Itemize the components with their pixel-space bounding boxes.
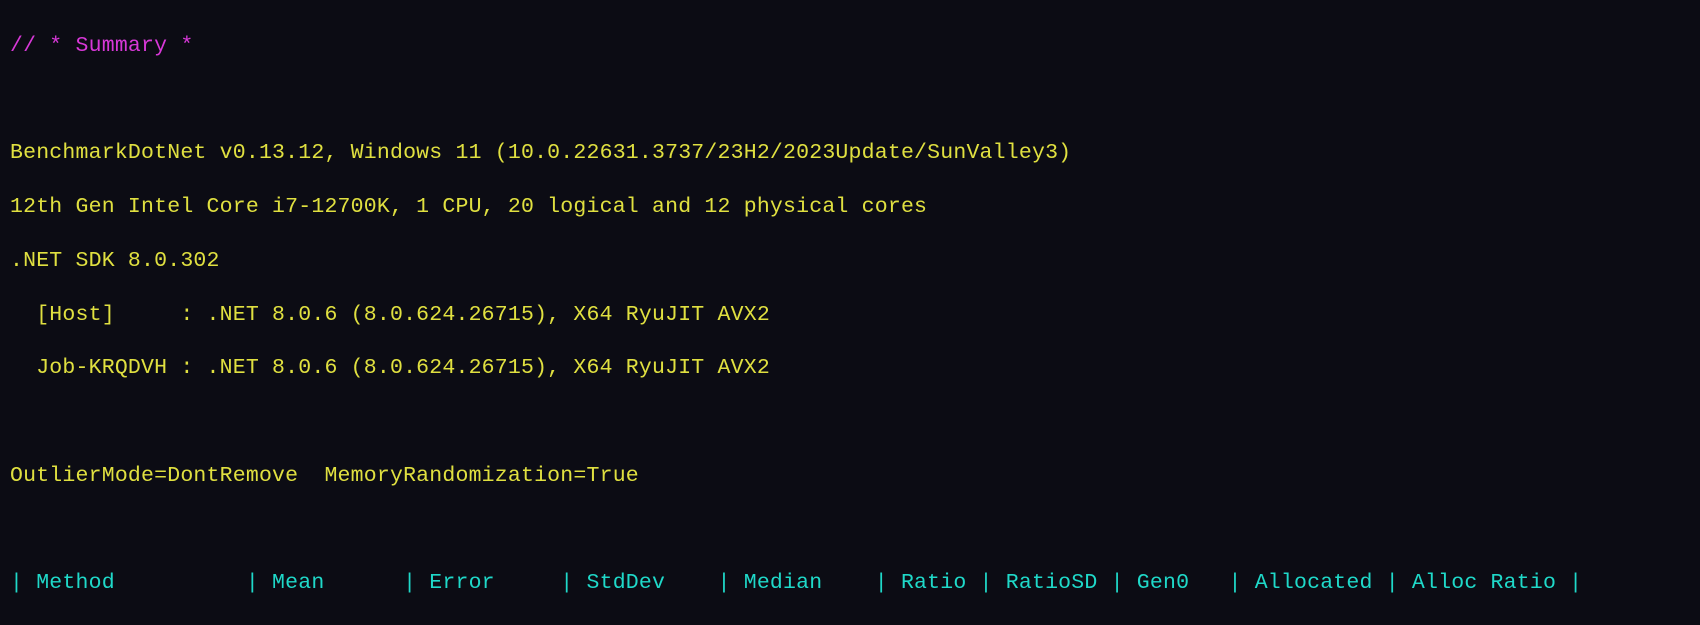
terminal-output: // * Summary * BenchmarkDotNet v0.13.12,… (0, 0, 1700, 625)
env-config: OutlierMode=DontRemove MemoryRandomizati… (10, 463, 1690, 490)
env-job: Job-KRQDVH : .NET 8.0.6 (8.0.624.26715),… (10, 355, 1690, 382)
env-cpu: 12th Gen Intel Core i7-12700K, 1 CPU, 20… (10, 194, 1690, 221)
env-host: [Host] : .NET 8.0.6 (8.0.624.26715), X64… (10, 302, 1690, 329)
env-sdk: .NET SDK 8.0.302 (10, 248, 1690, 275)
blank-line (10, 409, 1690, 436)
blank-line (10, 517, 1690, 544)
summary-comment: // * Summary * (10, 33, 1690, 60)
env-benchmarkdotnet: BenchmarkDotNet v0.13.12, Windows 11 (10… (10, 140, 1690, 167)
table-header: | Method | Mean | Error | StdDev | Media… (10, 570, 1690, 597)
blank-line (10, 87, 1690, 114)
